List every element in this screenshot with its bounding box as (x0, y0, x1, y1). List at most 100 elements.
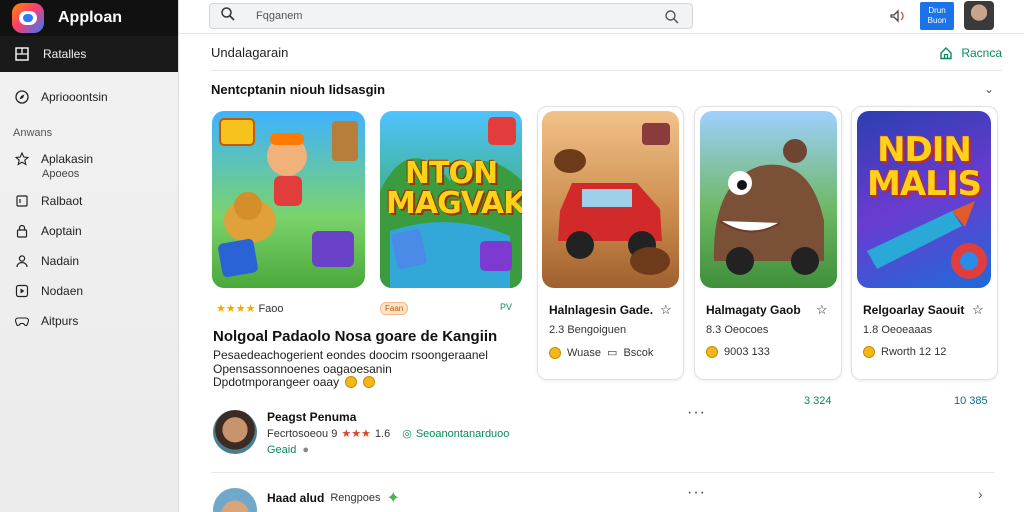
sidebar-section-title: Anwans (13, 127, 53, 139)
star-icon (15, 152, 29, 166)
reviewer-avatar (213, 488, 257, 512)
reviewer-avatar (213, 410, 257, 454)
review-meta: Rengpoes (330, 492, 381, 504)
emoji-icon (363, 376, 376, 388)
favorite-star-icon[interactable]: ☆ (816, 302, 828, 318)
app-card-1-rating: ★★★★ Faoo (216, 302, 284, 316)
app-card-1-rating-text: Faoo (258, 302, 284, 315)
app-card-3-image (542, 111, 679, 288)
more-options-icon[interactable]: ··· (687, 484, 706, 502)
page-title: Undalagarain (211, 45, 289, 60)
app-card-4-footer-text: 9003 133 (724, 346, 770, 358)
compass-icon (15, 90, 29, 104)
app-card-5-subtitle: 1.8 Oeoeaaas (863, 324, 933, 336)
sidebar-item-ratalles[interactable]: Ratalles (0, 36, 178, 72)
header-action-label: Racnca (961, 45, 1002, 60)
chevron-down-icon[interactable]: ⌄ (984, 82, 994, 96)
app-card-5-count: 10 385 (954, 395, 988, 407)
sidebar-item-apriooontsin[interactable]: Apriooontsin (0, 82, 178, 112)
reviewer-name: Haad alud (267, 491, 325, 505)
featured-description: Pesaedeachogerient eondes doocim rsoonge… (213, 348, 488, 376)
app-card-3-title: Halnlagesin Gade. (549, 303, 654, 317)
section-title: Nentcptanin niouh Iidsasgin (211, 81, 386, 97)
app-card-4-footer: 9003 133 (706, 346, 770, 358)
app-card-1-image[interactable] (212, 111, 365, 288)
app-card-3-footer: Wuase ▭ Bscok (549, 346, 653, 359)
sidebar-item-label: Aitpurs (41, 314, 79, 328)
sidebar-item-nodaen[interactable]: Nodaen (0, 276, 178, 306)
app-card-4-subtitle: 8.3 Oeocoes (706, 324, 769, 336)
featured-footer: Dpdotmporangeer oaay (213, 375, 376, 389)
truck-icon (554, 123, 670, 275)
app-logo-icon[interactable] (12, 3, 44, 33)
info-icon: ● (302, 444, 310, 456)
review-item[interactable]: Haad alud Rengpoes ✦ (213, 488, 994, 512)
sidebar-item-nadain[interactable]: Nadain (0, 246, 178, 276)
grid-icon (15, 47, 29, 61)
top-bar: Fqganem Drun Buon (179, 0, 1024, 34)
notification-icon[interactable] (887, 6, 907, 31)
divider (211, 472, 994, 473)
header-action-button[interactable]: Racnca (939, 46, 1002, 60)
more-options-icon[interactable]: ··· (687, 404, 706, 422)
app-card-4-count: 3 324 (804, 395, 832, 407)
app-card-5-footer-text: Rworth 12 12 (881, 346, 947, 358)
brand-name: Apploan (58, 9, 122, 26)
app-window: Apploan Ratalles Apriooontsin Anwans Apl… (0, 0, 1024, 512)
sidebar-item-label: Ratalles (43, 47, 87, 61)
gamepad-icon (15, 314, 29, 328)
favorite-star-icon[interactable]: ☆ (660, 302, 672, 318)
reviewer-name: Peagst Penuma (267, 410, 357, 424)
search-bar[interactable]: Fqganem (209, 3, 693, 29)
app-card-4-title: Halmagaty Gaob (706, 303, 801, 317)
brand-bar: Apploan (0, 0, 178, 36)
app-card-5-title: Relgoarlay Saouit (863, 303, 965, 317)
review-rating: 1.6 (374, 427, 391, 440)
favorite-star-icon[interactable]: ☆ (972, 302, 984, 318)
emoji-icon (345, 376, 358, 388)
sidebar-item-sublabel: Apoeos (42, 168, 80, 180)
app-card-5-image: NDIN MALIS (857, 111, 991, 288)
app-card-2-tag-2: PV (500, 302, 513, 312)
chevron-right-icon[interactable]: › (978, 486, 983, 502)
verified-icon: ◎ (402, 428, 412, 440)
sidebar-item-label: Aoptain (41, 224, 82, 238)
primary-action-button[interactable]: Drun Buon (920, 2, 954, 30)
search-submit-icon[interactable] (664, 9, 680, 30)
coin-icon (549, 346, 561, 359)
sidebar-item-label: Aplakasin (41, 152, 94, 166)
sidebar-item-label: Nadain (41, 254, 80, 268)
app-card-3-footer-text-2: Bscok (623, 346, 654, 359)
review-item[interactable]: Peagst Penuma Fecrtosoeou 9 ★★★ 1.6 ◎ Se… (213, 410, 994, 456)
sidebar-item-aoptain[interactable]: Aoptain (0, 216, 178, 246)
app-card-5-footer: Rworth 12 12 (863, 346, 946, 358)
bookmark-icon (15, 194, 29, 208)
page-header: Undalagarain Racnca (211, 35, 1002, 71)
search-input[interactable]: Fqganem (256, 10, 302, 22)
app-card-2-logo-text: NTON MAGVAK (386, 156, 522, 221)
sparkle-icon: ✦ (386, 490, 400, 507)
review-tag: Geaid (267, 444, 297, 456)
review-meta: Fecrtosoeou 9 (267, 427, 338, 440)
app-card-2-tag: Faan (380, 302, 409, 315)
coin-icon (863, 346, 875, 358)
app-card-2-image[interactable]: NTON MAGVAK (380, 111, 522, 288)
lock-icon (15, 224, 29, 238)
creature-car-icon (713, 139, 824, 275)
sidebar-item-aitpurs[interactable]: Aitpurs (0, 306, 178, 336)
play-box-icon (15, 284, 29, 298)
sidebar-item-ralbaot[interactable]: Ralbaot (0, 186, 178, 216)
app-card-3-subtitle: 2.3 Bengoiguen (549, 324, 627, 336)
coin-icon (706, 346, 718, 358)
user-avatar[interactable] (964, 1, 994, 30)
person-icon (15, 254, 29, 268)
cartoon-scene-icon (218, 118, 358, 278)
sidebar: Apploan Ratalles Apriooontsin Anwans Apl… (0, 0, 179, 512)
search-icon[interactable] (220, 6, 236, 27)
home-icon (940, 46, 953, 59)
app-card-3-footer-text: Wuase (567, 346, 602, 359)
sidebar-item-label: Apriooontsin (41, 90, 108, 104)
rating-stars-icon: ★★★ (341, 428, 371, 440)
app-card-5-logo-text: NDIN MALIS (867, 130, 982, 204)
review-badge: Seoanontanarduoo (415, 427, 510, 440)
